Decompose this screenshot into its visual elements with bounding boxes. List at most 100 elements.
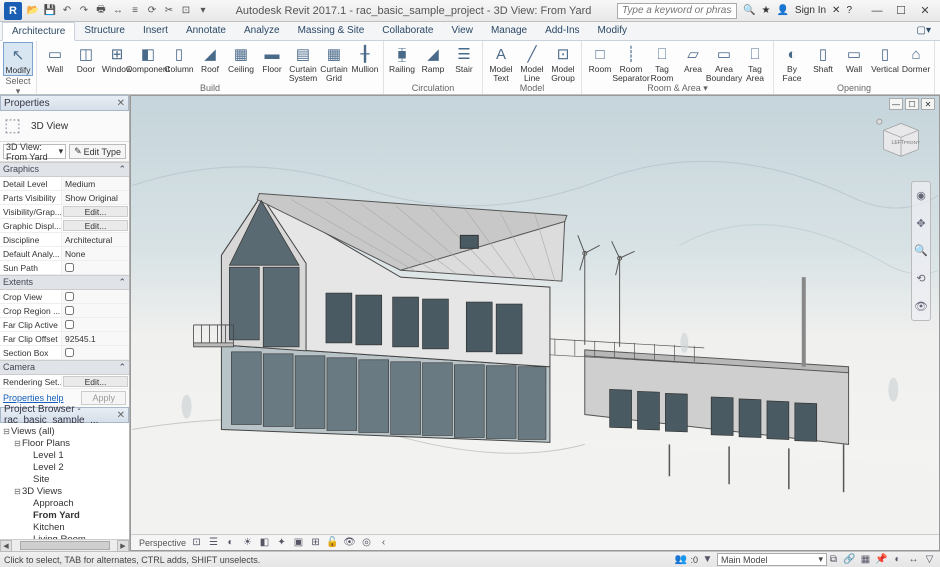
tab-manage[interactable]: Manage [482, 22, 536, 40]
help-icon[interactable]: ? [846, 5, 852, 16]
window-close-button[interactable]: ✕ [914, 3, 936, 19]
view-minimize-button[interactable]: — [889, 98, 903, 110]
signin-label[interactable]: Sign In [795, 5, 826, 16]
column-button[interactable]: ▯Column [164, 42, 194, 83]
section-extents[interactable]: Extents⌃ [0, 275, 129, 290]
checkbox[interactable] [65, 292, 74, 301]
window-button[interactable]: ⊞Window [102, 42, 132, 83]
tree-node[interactable]: From Yard [2, 509, 127, 521]
help-search-input[interactable] [617, 3, 737, 19]
qat-undo-icon[interactable]: ↶ [60, 4, 74, 18]
subscription-icon[interactable]: ★ [761, 5, 770, 16]
by-face-button[interactable]: ◐ByFace [777, 42, 807, 83]
select-links-icon[interactable]: 🔗 [843, 553, 856, 566]
select-pinned-icon[interactable]: 📌 [875, 553, 888, 566]
railing-button[interactable]: ⧯Railing [387, 42, 417, 83]
workset-selector[interactable]: Main Model▾ [717, 553, 827, 566]
scroll-right-icon[interactable]: ▶ [117, 540, 129, 552]
tab-annotate[interactable]: Annotate [177, 22, 235, 40]
tree-twisty-icon[interactable]: ⊟ [13, 439, 22, 448]
edit-type-button[interactable]: ✎Edit Type [69, 144, 126, 159]
reveal-icon[interactable]: ◎ [360, 536, 373, 549]
tree-node[interactable]: Level 2 [2, 461, 127, 473]
tree-node[interactable]: Kitchen [2, 521, 127, 533]
property-value[interactable]: Show Original [62, 191, 129, 204]
door-button[interactable]: ◫Door [71, 42, 101, 83]
exchange-icon[interactable]: ✕ [832, 5, 840, 16]
qat-sync-icon[interactable]: ⟳ [145, 4, 159, 18]
property-value[interactable] [62, 346, 129, 359]
temp-hide-icon[interactable]: 👁 [343, 536, 356, 549]
tab-analyze[interactable]: Analyze [235, 22, 289, 40]
editable-only-icon[interactable]: ▼ [701, 553, 714, 566]
tab-structure[interactable]: Structure [75, 22, 134, 40]
component-button[interactable]: ◧Component [133, 42, 163, 83]
tree-twisty-icon[interactable]: ⊟ [13, 487, 22, 496]
property-value[interactable] [62, 261, 129, 274]
perspective-label[interactable]: Perspective [139, 538, 186, 548]
dormer-button[interactable]: ⌂Dormer [901, 42, 931, 83]
stair-button[interactable]: ☰Stair [449, 42, 479, 83]
view-canvas[interactable]: — ☐ ✕ LEFT FRONT ◉ ✥ � [131, 96, 939, 534]
shaft-button[interactable]: ▯Shaft [808, 42, 838, 83]
scale-icon[interactable]: ⊡ [190, 536, 203, 549]
tree-node[interactable]: Approach [2, 497, 127, 509]
lock-icon[interactable]: 🔓 [326, 536, 339, 549]
qat-redo-icon[interactable]: ↷ [77, 4, 91, 18]
qat-close-icon[interactable]: ▾ [196, 4, 210, 18]
wall-button[interactable]: ▭Wall [839, 42, 869, 83]
select-face-icon[interactable]: ◐ [891, 553, 904, 566]
curtain-system-button[interactable]: ▤CurtainSystem [288, 42, 318, 83]
qat-open-icon[interactable]: 📂 [26, 4, 40, 18]
properties-panel-title[interactable]: Properties ✕ [0, 95, 129, 111]
tab-modify[interactable]: Modify [589, 22, 636, 40]
tab-view[interactable]: View [442, 22, 482, 40]
tree-node[interactable]: ⊟Floor Plans [2, 437, 127, 449]
drag-icon[interactable]: ↔ [907, 553, 920, 566]
shadows-icon[interactable]: ◧ [258, 536, 271, 549]
lookaround-icon[interactable]: 👁 [914, 300, 928, 313]
zoom-icon[interactable]: 🔍 [914, 244, 928, 257]
curtain-grid-button[interactable]: ▦CurtainGrid [319, 42, 349, 83]
vertical-button[interactable]: ▯Vertical [870, 42, 900, 83]
type-selector[interactable]: ⬚ 3D View [0, 111, 129, 142]
qat-thin-icon[interactable]: ⊡ [179, 4, 193, 18]
design-options-icon[interactable]: ⧉ [827, 553, 840, 566]
close-icon[interactable]: ✕ [117, 410, 125, 421]
window-minimize-button[interactable]: — [866, 3, 888, 19]
model-line-button[interactable]: ╱ModelLine [517, 42, 547, 83]
tree-node[interactable]: Level 1 [2, 449, 127, 461]
instance-selector[interactable]: 3D View: From Yard▾ [3, 144, 66, 159]
navigation-bar[interactable]: ◉ ✥ 🔍 ⟲ 👁 [911, 181, 931, 321]
tree-node[interactable]: ⊟3D Views [2, 485, 127, 497]
tab-insert[interactable]: Insert [134, 22, 177, 40]
tree-twisty-icon[interactable]: ⊟ [2, 427, 11, 436]
tag-room-button[interactable]: ⎕TagRoom [647, 42, 677, 83]
worksharing-icon[interactable]: 👥 [674, 553, 687, 566]
qat-align-icon[interactable]: ≡ [128, 4, 142, 18]
tree-node[interactable]: ⊟Views (all) [2, 425, 127, 437]
pan-icon[interactable]: ✥ [916, 217, 925, 230]
qat-measure-icon[interactable]: ↔ [111, 4, 125, 18]
steering-wheel-icon[interactable]: ◉ [916, 189, 926, 202]
select-underlay-icon[interactable]: ▦ [859, 553, 872, 566]
ribbon-expand-icon[interactable]: ▢▾ [908, 22, 940, 40]
area-button[interactable]: ▱Area [678, 42, 708, 83]
ramp-button[interactable]: ◢Ramp [418, 42, 448, 83]
property-value[interactable]: Architectural [62, 233, 129, 246]
room-separator-button[interactable]: ┊RoomSeparator [616, 42, 646, 83]
sun-path-icon[interactable]: ☀ [241, 536, 254, 549]
property-value[interactable]: Medium [62, 177, 129, 190]
property-value[interactable] [62, 304, 129, 317]
detail-level-icon[interactable]: ☰ [207, 536, 220, 549]
property-value[interactable]: None [62, 247, 129, 260]
model-group-button[interactable]: ⊡ModelGroup [548, 42, 578, 83]
checkbox[interactable] [65, 348, 74, 357]
property-value[interactable] [62, 290, 129, 303]
qat-save-icon[interactable]: 💾 [43, 4, 57, 18]
property-value[interactable]: Edit... [63, 220, 128, 231]
checkbox[interactable] [65, 306, 74, 315]
scroll-left-icon[interactable]: ◀ [0, 540, 12, 552]
qat-section-icon[interactable]: ✂ [162, 4, 176, 18]
property-value[interactable]: Edit... [63, 206, 128, 217]
